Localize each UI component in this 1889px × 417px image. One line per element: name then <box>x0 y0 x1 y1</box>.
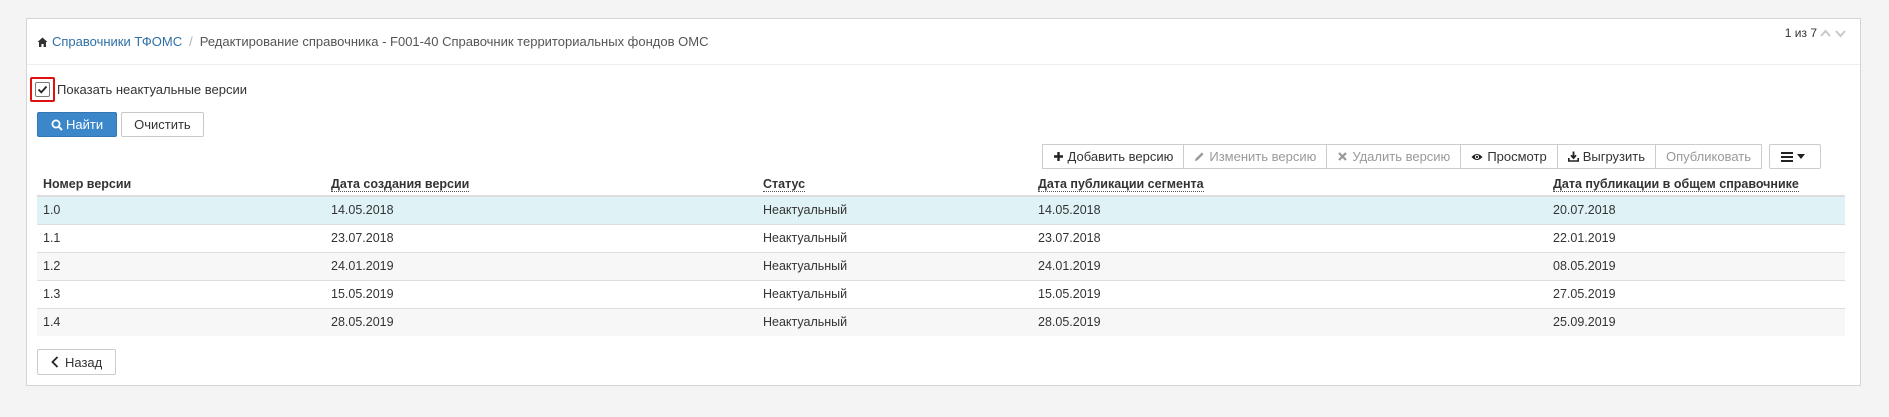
cell-created: 23.07.2018 <box>325 223 757 252</box>
pager-label: 1 из 7 <box>1784 26 1817 40</box>
pencil-icon <box>1195 152 1204 161</box>
cell-version: 1.0 <box>37 195 325 224</box>
export-label: Выгрузить <box>1582 149 1645 164</box>
cell-created: 24.01.2019 <box>325 251 757 280</box>
view-button[interactable]: Просмотр <box>1460 144 1558 169</box>
plus-icon <box>1053 152 1063 161</box>
clear-button[interactable]: Очистить <box>121 112 204 137</box>
show-outdated-label[interactable]: Показать неактуальные версии <box>57 82 247 97</box>
cell-common-published: 25.09.2019 <box>1547 307 1845 336</box>
cell-common-published: 08.05.2019 <box>1547 251 1845 280</box>
cell-common-published: 22.01.2019 <box>1547 223 1845 252</box>
chevron-left-icon <box>51 356 59 368</box>
cell-common-published: 20.07.2018 <box>1547 195 1845 224</box>
show-outdated-filter: Показать неактуальные версии <box>30 77 247 102</box>
delete-version-label: Удалить версию <box>1352 149 1451 164</box>
breadcrumb-separator: / <box>189 34 193 49</box>
home-icon[interactable] <box>37 36 48 47</box>
export-button[interactable]: Выгрузить <box>1556 144 1656 169</box>
cell-status: Неактуальный <box>757 279 1032 308</box>
eye-icon <box>1471 153 1483 160</box>
column-header-creation-date[interactable]: Дата создания версии <box>325 172 757 197</box>
breadcrumb-link-tfoms-directories[interactable]: Справочники ТФОМС <box>52 34 182 49</box>
caret-down-icon <box>1797 154 1805 159</box>
versions-table: Номер версии Дата создания версии Статус… <box>37 172 1845 336</box>
column-header-version-number: Номер версии <box>37 172 325 197</box>
cell-status: Неактуальный <box>757 195 1032 224</box>
back-button[interactable]: Назад <box>37 349 117 375</box>
delete-version-button[interactable]: Удалить версию <box>1326 144 1462 169</box>
checkmark-icon <box>37 85 48 94</box>
column-header-status[interactable]: Статус <box>757 172 1032 197</box>
table-row[interactable]: 1.2 24.01.2019 Неактуальный 24.01.2019 0… <box>37 251 1845 280</box>
cell-created: 15.05.2019 <box>325 279 757 308</box>
cell-common-published: 27.05.2019 <box>1547 279 1845 308</box>
cell-version: 1.3 <box>37 279 325 308</box>
cell-segment-published: 15.05.2019 <box>1032 279 1547 308</box>
cell-segment-published: 23.07.2018 <box>1032 223 1547 252</box>
cell-created: 28.05.2019 <box>325 307 757 336</box>
edit-version-label: Изменить версию <box>1209 149 1317 164</box>
search-actions: Найти Очистить <box>37 112 204 137</box>
download-icon <box>1567 151 1579 162</box>
hamburger-icon <box>1781 151 1793 162</box>
cell-segment-published: 14.05.2018 <box>1032 195 1547 224</box>
version-actions-group: Добавить версию Изменить версию Удалить … <box>1041 144 1762 169</box>
add-version-label: Добавить версию <box>1067 149 1174 164</box>
version-toolbar: Добавить версию Изменить версию Удалить … <box>1041 144 1821 169</box>
cell-segment-published: 24.01.2019 <box>1032 251 1547 280</box>
cell-status: Неактуальный <box>757 307 1032 336</box>
table-row[interactable]: 1.3 15.05.2019 Неактуальный 15.05.2019 2… <box>37 279 1845 308</box>
cell-version: 1.4 <box>37 307 325 336</box>
column-header-segment-publish-date[interactable]: Дата публикации сегмента <box>1032 172 1547 197</box>
panel-header: Справочники ТФОМС / Редактирование справ… <box>27 19 1860 65</box>
clear-button-label: Очистить <box>134 117 191 132</box>
pager: 1 из 7 <box>1785 26 1847 40</box>
show-outdated-checkbox[interactable] <box>35 82 50 97</box>
table-row[interactable]: 1.1 23.07.2018 Неактуальный 23.07.2018 2… <box>37 223 1845 252</box>
breadcrumb: Справочники ТФОМС / Редактирование справ… <box>37 34 708 49</box>
columns-menu-button[interactable] <box>1769 144 1821 169</box>
cell-status: Неактуальный <box>757 223 1032 252</box>
chevron-down-icon[interactable] <box>1834 27 1847 40</box>
checkbox-highlight <box>30 77 55 102</box>
find-button-label: Найти <box>66 117 104 132</box>
edit-version-button[interactable]: Изменить версию <box>1183 144 1328 169</box>
add-version-button[interactable]: Добавить версию <box>1041 144 1185 169</box>
publish-button[interactable]: Опубликовать <box>1654 144 1762 169</box>
cell-version: 1.1 <box>37 223 325 252</box>
column-header-common-publish-date[interactable]: Дата публикации в общем справочнике <box>1547 172 1845 197</box>
table-header-row: Номер версии Дата создания версии Статус… <box>37 172 1845 197</box>
back-button-label: Назад <box>65 354 103 370</box>
close-icon <box>1338 152 1348 161</box>
publish-label: Опубликовать <box>1665 149 1751 164</box>
find-button[interactable]: Найти <box>37 112 118 137</box>
cell-segment-published: 28.05.2019 <box>1032 307 1547 336</box>
cell-created: 14.05.2018 <box>325 195 757 224</box>
view-label: Просмотр <box>1487 149 1547 164</box>
search-icon <box>51 119 63 131</box>
chevron-up-icon[interactable] <box>1819 27 1832 40</box>
table-row[interactable]: 1.4 28.05.2019 Неактуальный 28.05.2019 2… <box>37 307 1845 336</box>
breadcrumb-current: Редактирование справочника - F001-40 Спр… <box>199 34 709 49</box>
cell-status: Неактуальный <box>757 251 1032 280</box>
main-panel: Справочники ТФОМС / Редактирование справ… <box>26 18 1861 386</box>
cell-version: 1.2 <box>37 251 325 280</box>
table-row[interactable]: 1.0 14.05.2018 Неактуальный 14.05.2018 2… <box>37 195 1845 224</box>
